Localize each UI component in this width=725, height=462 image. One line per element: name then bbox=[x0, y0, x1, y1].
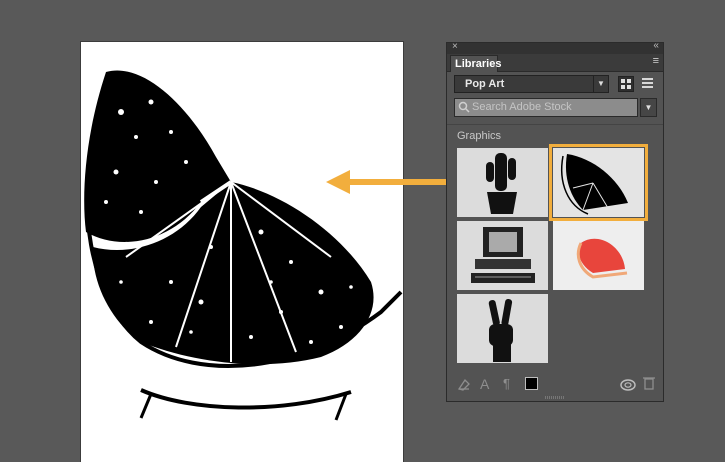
thumbnail-grapefruit-bw[interactable] bbox=[549, 144, 648, 221]
color-swatch[interactable] bbox=[525, 377, 538, 390]
library-select-value: Pop Art bbox=[465, 78, 505, 90]
thumbnail-peace-hand[interactable] bbox=[457, 294, 548, 363]
libraries-panel: × ‹‹ Libraries ≡ Pop Art ▼ Search Adobe … bbox=[446, 40, 664, 402]
search-input[interactable]: Search Adobe Stock bbox=[454, 98, 638, 117]
add-content-icon[interactable] bbox=[457, 377, 471, 391]
search-placeholder: Search Adobe Stock bbox=[472, 101, 572, 113]
close-icon[interactable]: × bbox=[452, 41, 458, 52]
section-title-graphics: Graphics bbox=[457, 130, 502, 142]
resize-grip[interactable] bbox=[545, 396, 565, 399]
panel-tab-bar: Libraries ≡ bbox=[447, 54, 663, 72]
grapefruit-artwork[interactable] bbox=[81, 42, 403, 462]
thumbnail-retro-computer[interactable] bbox=[457, 221, 548, 290]
artboard[interactable] bbox=[81, 42, 403, 462]
grid-view-button[interactable] bbox=[618, 76, 634, 92]
panel-menu-icon[interactable]: ≡ bbox=[653, 55, 659, 67]
tab-libraries[interactable]: Libraries bbox=[450, 55, 501, 72]
paragraph-style-icon[interactable]: ¶ bbox=[503, 376, 510, 391]
chevron-down-icon: ▼ bbox=[593, 76, 608, 92]
character-style-icon[interactable]: A bbox=[480, 376, 489, 392]
trash-icon[interactable] bbox=[643, 376, 655, 390]
list-view-button[interactable] bbox=[640, 76, 656, 92]
collapse-icon[interactable]: ‹‹ bbox=[653, 40, 659, 51]
search-source-dropdown[interactable]: ▼ bbox=[640, 98, 657, 117]
panel-title-bar[interactable]: × ‹‹ bbox=[447, 40, 663, 54]
creative-cloud-icon[interactable] bbox=[619, 376, 637, 392]
thumbnail-cactus[interactable] bbox=[457, 148, 548, 217]
divider bbox=[447, 124, 663, 125]
thumbnail-grapefruit-photo[interactable] bbox=[553, 221, 644, 290]
search-icon bbox=[458, 101, 470, 113]
panel-footer: A ¶ bbox=[447, 373, 663, 395]
library-select[interactable]: Pop Art ▼ bbox=[454, 75, 609, 93]
